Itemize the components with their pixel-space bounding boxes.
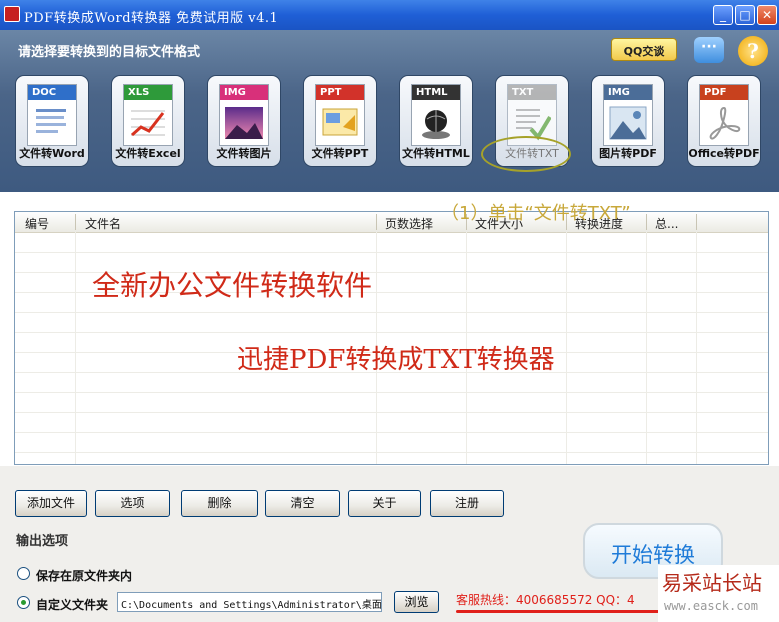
close-button[interactable]: ✕ bbox=[757, 5, 777, 25]
maximize-button[interactable]: □ bbox=[735, 5, 755, 25]
custom-folder-label[interactable]: 自定义文件夹 bbox=[36, 596, 108, 613]
column-filename[interactable]: 文件名 bbox=[85, 215, 121, 232]
minimize-button[interactable]: _ bbox=[713, 5, 733, 25]
grid-line bbox=[15, 432, 768, 433]
file-list[interactable]: 编号 文件名 页数选择 文件大小 转换进度 总... bbox=[14, 211, 769, 465]
window-title: PDF转换成Word转换器 免费试用版 v4.1 bbox=[24, 11, 279, 26]
close-icon: ✕ bbox=[761, 8, 773, 22]
acrobat-icon bbox=[709, 106, 741, 140]
clear-button[interactable]: 清空 bbox=[265, 490, 340, 517]
grid-line bbox=[15, 312, 768, 313]
html-file-icon: HTML bbox=[411, 84, 461, 146]
same-folder-radio[interactable] bbox=[17, 567, 30, 580]
grid-line bbox=[646, 232, 647, 464]
qq-chat-label: QQ交谈 bbox=[623, 45, 665, 58]
grid-line bbox=[15, 252, 768, 253]
grid-line bbox=[696, 232, 697, 464]
help-icon: ? bbox=[747, 39, 759, 63]
format-tag: XLS bbox=[124, 85, 172, 100]
slide-icon bbox=[322, 108, 358, 136]
grid-line bbox=[15, 412, 768, 413]
photo-icon bbox=[225, 107, 263, 139]
landscape-icon bbox=[609, 106, 647, 140]
column-total[interactable]: 总... bbox=[655, 215, 678, 232]
watermark-name: 易采站长站 bbox=[662, 571, 762, 595]
format-tag: PPT bbox=[316, 85, 364, 100]
format-tag: IMG bbox=[220, 85, 268, 100]
format-office-to-pdf-button[interactable]: PDF Office转PDF bbox=[687, 75, 761, 167]
about-button[interactable]: 关于 bbox=[348, 490, 421, 517]
img-file-icon: IMG bbox=[219, 84, 269, 146]
format-excel-button[interactable]: XLS 文件转Excel bbox=[111, 75, 185, 167]
title-bar: PDF转换成Word转换器 免费试用版 v4.1 _ □ ✕ bbox=[0, 0, 779, 30]
format-tag: DOC bbox=[28, 85, 76, 100]
hotline-underline bbox=[456, 610, 668, 613]
format-image-to-pdf-button[interactable]: IMG 图片转PDF bbox=[591, 75, 665, 167]
img-file-icon: IMG bbox=[603, 84, 653, 146]
qq-chat-button[interactable]: QQ交谈 bbox=[611, 38, 677, 61]
format-ppt-button[interactable]: PPT 文件转PPT bbox=[303, 75, 377, 167]
register-button[interactable]: 注册 bbox=[430, 490, 504, 517]
format-html-label: 文件转HTML bbox=[402, 147, 470, 160]
format-html-button[interactable]: HTML 文件转HTML bbox=[399, 75, 473, 167]
custom-folder-radio[interactable] bbox=[17, 596, 30, 609]
delete-button[interactable]: 删除 bbox=[181, 490, 258, 517]
pdf-file-icon: PDF bbox=[699, 84, 749, 146]
format-tag: HTML bbox=[412, 85, 460, 100]
watermark: 易采站长站 www.easck.com bbox=[658, 565, 779, 622]
format-word-label: 文件转Word bbox=[19, 147, 85, 160]
app-icon bbox=[4, 6, 20, 22]
format-image-to-pdf-label: 图片转PDF bbox=[599, 147, 657, 160]
ppt-file-icon: PPT bbox=[315, 84, 365, 146]
promo-headline: 全新办公文件转换软件 bbox=[92, 269, 373, 302]
column-divider bbox=[376, 214, 377, 230]
globe-icon bbox=[422, 110, 450, 139]
format-ppt-label: 文件转PPT bbox=[311, 147, 369, 160]
column-divider bbox=[75, 214, 76, 230]
column-divider bbox=[646, 214, 647, 230]
options-button[interactable]: 选项 bbox=[95, 490, 170, 517]
watermark-url: www.easck.com bbox=[664, 599, 758, 613]
txt-highlight-circle bbox=[481, 136, 571, 172]
format-tag: PDF bbox=[700, 85, 748, 100]
column-pages[interactable]: 页数选择 bbox=[385, 215, 433, 232]
document-lines-icon bbox=[36, 109, 66, 133]
help-button[interactable]: ? bbox=[738, 36, 768, 66]
chart-icon bbox=[131, 110, 165, 137]
add-file-button[interactable]: 添加文件 bbox=[15, 490, 87, 517]
step-annotation: （1）单击“文件转TXT” bbox=[441, 203, 631, 224]
xls-file-icon: XLS bbox=[123, 84, 173, 146]
format-toolbar: 请选择要转换到的目标文件格式 QQ交谈 ··· ? DOC 文件转Word XL… bbox=[0, 30, 779, 192]
browse-button[interactable]: 浏览 bbox=[394, 591, 439, 613]
format-office-to-pdf-label: Office转PDF bbox=[688, 147, 760, 160]
format-tag: TXT bbox=[508, 85, 556, 100]
column-divider bbox=[696, 214, 697, 230]
same-folder-label[interactable]: 保存在原文件夹内 bbox=[36, 567, 132, 584]
promo-subheadline: 迅捷PDF转换成TXT转换器 bbox=[237, 345, 555, 375]
format-word-button[interactable]: DOC 文件转Word bbox=[15, 75, 89, 167]
output-options-title: 输出选项 bbox=[16, 534, 69, 549]
format-image-label: 文件转图片 bbox=[216, 147, 272, 160]
grid-line bbox=[15, 452, 768, 453]
format-prompt: 请选择要转换到的目标文件格式 bbox=[18, 45, 201, 60]
support-hotline: 客服热线：4006685572 QQ：4 bbox=[456, 593, 635, 607]
format-tag: IMG bbox=[604, 85, 652, 100]
output-path-field[interactable]: C:\Documents and Settings\Administrator\… bbox=[117, 592, 382, 612]
maximize-icon: □ bbox=[739, 8, 751, 22]
grid-line bbox=[566, 232, 567, 464]
format-excel-label: 文件转Excel bbox=[115, 147, 181, 160]
doc-file-icon: DOC bbox=[27, 84, 77, 146]
column-index[interactable]: 编号 bbox=[25, 215, 49, 232]
minimize-icon: _ bbox=[720, 8, 726, 22]
message-icon: ··· bbox=[701, 39, 717, 55]
grid-line bbox=[15, 392, 768, 393]
message-button[interactable]: ··· bbox=[694, 37, 724, 63]
format-image-button[interactable]: IMG 文件转图片 bbox=[207, 75, 281, 167]
file-list-header: 编号 文件名 页数选择 文件大小 转换进度 总... bbox=[15, 212, 768, 233]
grid-line bbox=[15, 332, 768, 333]
grid-line bbox=[75, 232, 76, 464]
